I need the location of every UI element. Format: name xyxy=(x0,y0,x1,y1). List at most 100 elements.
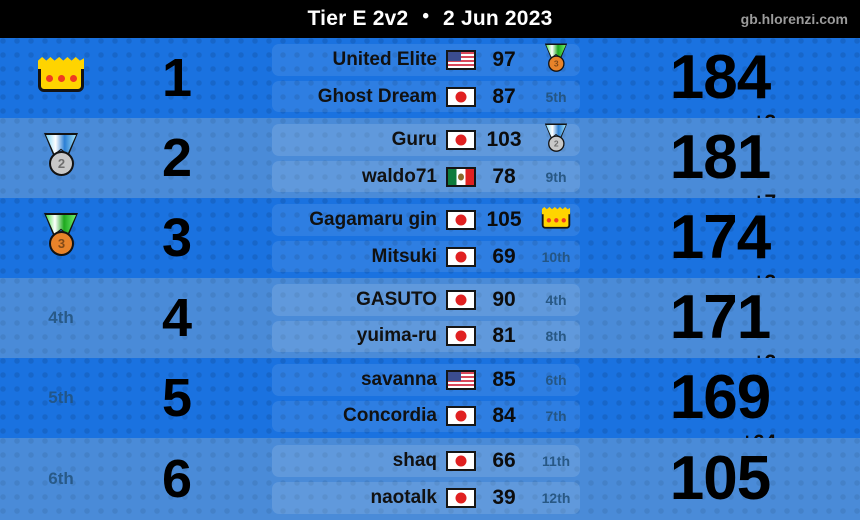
player-badge: 5th xyxy=(532,89,580,105)
score-deviation: ±3 xyxy=(753,271,776,278)
player-score: 84 xyxy=(492,404,516,428)
flag-icon-jp xyxy=(446,210,476,230)
player-score: 90 xyxy=(492,287,516,311)
player-entry[interactable]: Guru 103 2 xyxy=(272,123,580,156)
player-name: savanna xyxy=(360,368,437,390)
player-place-label: 5th xyxy=(545,88,567,105)
player-score: 78 xyxy=(492,164,516,188)
header-bar: Tier E 2v2 • 2 Jun 2023 gb.hlorenzi.com xyxy=(0,0,860,38)
player-name: GASUTO xyxy=(356,288,437,310)
player-entry[interactable]: Concordia 84 7th xyxy=(272,400,580,432)
player-place-label: 10th xyxy=(541,248,571,265)
rank-number: 6 xyxy=(161,449,193,509)
player-place-label: 8th xyxy=(545,328,567,345)
player-score: 87 xyxy=(492,84,516,108)
player-score: 81 xyxy=(492,324,516,348)
header-separator-dot: • xyxy=(422,6,430,27)
team-total-score: 169 xyxy=(669,363,771,432)
player-badge: 2 xyxy=(532,118,580,163)
player-place-label: 9th xyxy=(545,168,567,185)
total-column: 171±2 xyxy=(580,278,860,359)
team-total-score: 174 xyxy=(669,203,771,272)
player-name: United Elite xyxy=(332,49,437,70)
player-badge: 9th xyxy=(532,169,580,185)
player-name: Guru xyxy=(391,129,437,150)
player-entry[interactable]: yuima-ru 81 8th xyxy=(272,320,580,352)
event-date: 2 Jun 2023 xyxy=(443,7,553,30)
player-entry[interactable]: GASUTO 90 4th xyxy=(272,284,580,316)
table-row[interactable]: 4th 4 GASUTO 90 4th yuima-ru 81 8th 171±2 xyxy=(0,278,860,358)
player-entry[interactable]: United Elite 97 3 xyxy=(272,43,580,76)
flag-icon-jp xyxy=(446,246,476,267)
rank-column: 6th 6 xyxy=(0,438,272,520)
previous-rank-label: 6th xyxy=(48,469,74,488)
total-column: 169±64 xyxy=(580,358,860,439)
rank-badge: 6th xyxy=(0,469,122,489)
player-name: Mitsuki xyxy=(371,245,437,267)
player-entry[interactable]: Ghost Dream 87 5th xyxy=(272,81,580,112)
player-entry[interactable]: Gagamaru gin 105 xyxy=(272,204,580,236)
table-row[interactable]: 6th 6 shaq 66 11th naotalk 39 12th 105 xyxy=(0,438,860,520)
team-total-score: 171 xyxy=(669,283,771,352)
player-score: 66 xyxy=(492,448,516,472)
table-row[interactable]: 5th 5 savanna 85 6th Concordia 84 7th 169±64 xyxy=(0,358,860,438)
results-table-app: Tier E 2v2 • 2 Jun 2023 gb.hlorenzi.com … xyxy=(0,0,860,520)
player-entry[interactable]: Mitsuki 69 10th xyxy=(272,241,580,272)
rank-column: 33 xyxy=(0,198,272,278)
player-badge xyxy=(532,204,580,236)
table-row[interactable]: 22Guru1032waldo71789th181±7 xyxy=(0,118,860,198)
player-name: shaq xyxy=(392,449,437,471)
player-badge: 6th xyxy=(532,372,580,388)
player-name: naotalk xyxy=(370,486,437,508)
score-deviation: ±2 xyxy=(753,351,776,358)
table-row[interactable]: 33Gagamaru gin105Mitsuki6910th174±3 xyxy=(0,198,860,278)
player-score: 105 xyxy=(486,208,522,231)
player-entry[interactable]: naotalk 39 12th xyxy=(272,481,580,514)
players-column: shaq 66 11th naotalk 39 12th xyxy=(272,438,580,520)
flag-icon-mx xyxy=(446,166,476,187)
flag-icon-jp xyxy=(446,487,476,508)
score-deviation: ±7 xyxy=(753,191,776,198)
rank-number: 5 xyxy=(161,368,193,428)
player-badge: 4th xyxy=(532,292,580,308)
bronze-medal-icon: 3 xyxy=(541,43,570,75)
team-total-score: 184 xyxy=(669,43,771,112)
silver-medal-icon: 2 xyxy=(39,133,83,181)
player-badge: 11th xyxy=(532,453,580,469)
rank-number: 3 xyxy=(161,208,193,268)
rank-badge: 3 xyxy=(0,213,122,261)
crown-icon xyxy=(541,206,571,230)
team-results-table: 1United Elite973Ghost Dream875th184±322G… xyxy=(0,38,860,520)
rank-column: 4th 4 xyxy=(0,278,272,358)
flag-icon-jp xyxy=(446,326,476,347)
player-place-label: 11th xyxy=(541,452,570,469)
player-score: 103 xyxy=(486,128,522,151)
silver-medal-icon: 2 xyxy=(541,123,570,155)
players-column: Guru 103 2 waldo71 78 9th xyxy=(272,118,580,198)
team-total-score: 181 xyxy=(669,123,771,192)
player-place-label: 4th xyxy=(545,291,567,308)
flag-icon-us xyxy=(446,369,476,390)
flag-icon-jp xyxy=(446,406,476,427)
total-column: 174±3 xyxy=(580,198,860,279)
rank-number: 1 xyxy=(161,48,193,108)
players-column: Gagamaru gin 105 Mitsuki 69 10th xyxy=(272,198,580,278)
player-entry[interactable]: waldo71 78 9th xyxy=(272,161,580,192)
table-row[interactable]: 1 United Elite 97 3 Ghost Dream 87 5th 184±3 xyxy=(0,38,860,118)
player-score: 85 xyxy=(492,367,516,391)
players-column: GASUTO 90 4th yuima-ru 81 8th xyxy=(272,278,580,358)
previous-rank-label: 5th xyxy=(48,388,74,407)
bronze-medal-icon: 3 xyxy=(39,213,83,261)
score-deviation: ±3 xyxy=(753,111,776,118)
player-place-label: 12th xyxy=(541,489,571,506)
player-badge: 3 xyxy=(532,38,580,83)
player-entry[interactable]: shaq 66 11th xyxy=(272,444,580,477)
player-place-label: 6th xyxy=(545,371,567,388)
previous-rank-label: 4th xyxy=(48,308,74,327)
player-entry[interactable]: savanna 85 6th xyxy=(272,364,580,396)
players-column: savanna 85 6th Concordia 84 7th xyxy=(272,358,580,438)
rank-column: 5th 5 xyxy=(0,358,272,438)
rank-column: 22 xyxy=(0,118,272,198)
player-name: Concordia xyxy=(343,405,437,427)
player-name: Ghost Dream xyxy=(317,85,437,107)
